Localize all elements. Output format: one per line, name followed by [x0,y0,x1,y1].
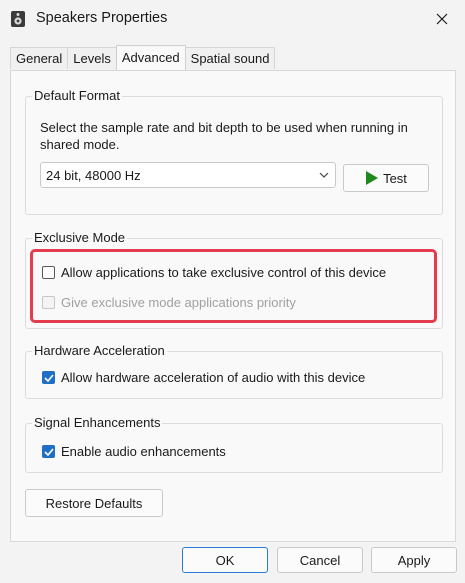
tab-levels[interactable]: Levels [67,47,117,69]
hardware-acceleration-checkbox[interactable] [42,371,55,384]
restore-defaults-button[interactable]: Restore Defaults [25,489,163,517]
default-format-group: Default Format Select the sample rate an… [25,88,443,215]
checkmark-icon [43,373,54,382]
exclusive-mode-legend: Exclusive Mode [32,230,128,245]
audio-enhancements-checkbox[interactable] [42,445,55,458]
apply-label: Apply [397,552,431,568]
highlight-box [30,249,437,323]
apply-button[interactable]: Apply [371,547,457,573]
audio-enhancements-label: Enable audio enhancements [61,444,226,459]
tab-strip: General Levels Advanced Spatial sound [10,45,276,70]
test-button-label: Test [383,170,407,186]
tab-general[interactable]: General [10,47,69,69]
format-select[interactable]: 24 bit, 48000 Hz [40,162,336,188]
hardware-acceleration-group: Hardware Acceleration Allow hardware acc… [25,343,443,399]
cancel-label: Cancel [299,552,341,568]
window-title: Speakers Properties [36,10,168,26]
ok-button[interactable]: OK [182,547,268,573]
speaker-icon [11,11,25,27]
test-button[interactable]: Test [343,164,429,192]
restore-defaults-label: Restore Defaults [45,495,143,511]
tab-advanced[interactable]: Advanced [115,45,186,70]
close-icon [436,13,448,25]
signal-enhancements-group: Signal Enhancements Enable audio enhance… [25,415,443,473]
default-format-legend: Default Format [32,88,122,103]
format-select-value: 24 bit, 48000 Hz [46,168,141,183]
hardware-acceleration-label: Allow hardware acceleration of audio wit… [61,370,366,385]
checkmark-icon [43,447,54,456]
signal-enhancements-legend: Signal Enhancements [32,415,163,430]
cancel-button[interactable]: Cancel [277,547,363,573]
tab-spatial-sound[interactable]: Spatial sound [184,47,276,69]
title-bar: Speakers Properties [0,0,465,38]
default-format-description: Select the sample rate and bit depth to … [40,120,408,152]
hardware-acceleration-row[interactable]: Allow hardware acceleration of audio wit… [42,370,365,385]
ok-label: OK [215,552,235,568]
chevron-down-icon [319,172,329,178]
play-icon [366,171,379,185]
hardware-acceleration-legend: Hardware Acceleration [32,343,167,358]
close-button[interactable] [419,0,465,38]
audio-enhancements-row[interactable]: Enable audio enhancements [42,444,226,459]
